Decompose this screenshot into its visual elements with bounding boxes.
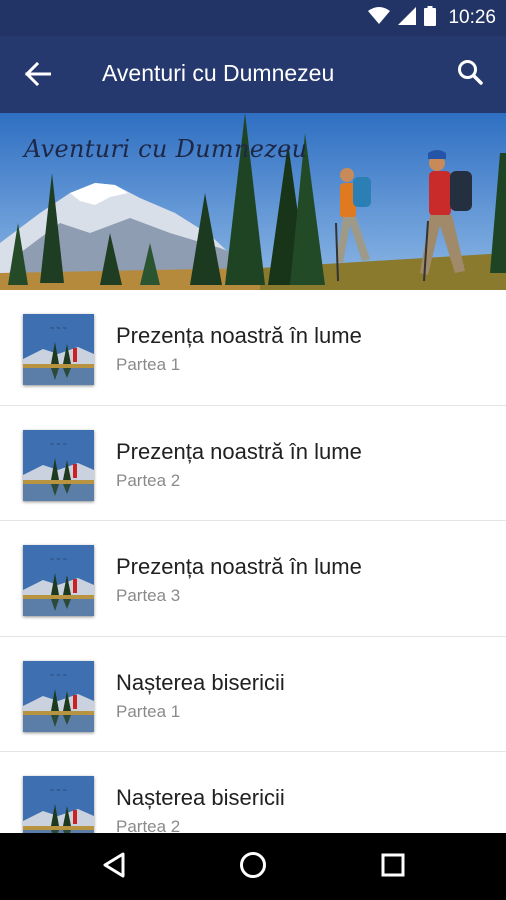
item-subtitle: Partea 2 [116, 817, 181, 833]
status-bar: 10:26 [0, 0, 506, 36]
status-icons: 10:26 [368, 5, 496, 31]
list-item[interactable]: ~ ~ ~ Nașterea bisericii Partea 2 [0, 752, 506, 833]
svg-text:~ ~ ~: ~ ~ ~ [50, 326, 68, 332]
svg-text:~ ~ ~: ~ ~ ~ [50, 442, 68, 448]
battery-icon [424, 5, 437, 31]
banner-image: Aventuri cu Dumnezeu [0, 113, 506, 290]
list-item[interactable]: ~ ~ ~ Prezența noastră în lume Partea 2 [0, 406, 506, 521]
list-item[interactable]: ~ ~ ~ Prezența noastră în lume Partea 1 [0, 290, 506, 406]
episode-thumbnail: ~ ~ ~ [23, 545, 94, 616]
svg-text:~ ~ ~: ~ ~ ~ [50, 788, 68, 794]
list-item[interactable]: ~ ~ ~ Nașterea bisericii Partea 1 [0, 637, 506, 752]
item-title: Prezența noastră în lume [116, 323, 362, 348]
back-triangle-icon [101, 851, 127, 884]
episode-thumbnail: ~ ~ ~ [23, 660, 94, 732]
item-subtitle: Partea 1 [116, 355, 181, 374]
item-title: Prezența noastră în lume [116, 554, 362, 579]
banner-title: Aventuri cu Dumnezeu [24, 135, 308, 163]
app-bar: Aventuri cu Dumnezeu [0, 36, 506, 113]
system-nav-bar [0, 833, 506, 900]
nav-back-button[interactable] [94, 847, 134, 887]
home-circle-icon [239, 851, 267, 884]
item-title: Nașterea bisericii [116, 785, 285, 810]
status-time: 10:26 [448, 7, 496, 28]
item-subtitle: Partea 2 [116, 470, 181, 490]
item-title: Nașterea bisericii [116, 669, 285, 695]
cell-signal-icon [398, 6, 417, 30]
nav-recents-button[interactable] [373, 847, 413, 887]
search-icon [457, 59, 483, 90]
item-title: Prezența noastră în lume [116, 438, 362, 464]
wifi-icon [368, 6, 391, 30]
search-button[interactable] [450, 54, 490, 94]
nav-home-button[interactable] [233, 847, 273, 887]
svg-text:~ ~ ~: ~ ~ ~ [50, 673, 68, 679]
episode-thumbnail: ~ ~ ~ [23, 776, 94, 833]
recents-square-icon [381, 853, 405, 882]
svg-text:~ ~ ~: ~ ~ ~ [50, 557, 68, 563]
episode-thumbnail: ~ ~ ~ [23, 314, 94, 385]
episode-list: ~ ~ ~ Prezența noastră în lume Partea 1 … [0, 290, 506, 833]
item-subtitle: Partea 1 [116, 701, 181, 721]
app-title: Aventuri cu Dumnezeu [102, 60, 335, 86]
item-subtitle: Partea 3 [116, 586, 181, 605]
list-item[interactable]: ~ ~ ~ Prezența noastră în lume Partea 3 [0, 521, 506, 637]
back-button[interactable] [18, 56, 58, 96]
episode-thumbnail: ~ ~ ~ [23, 429, 94, 501]
arrow-back-icon [24, 61, 52, 91]
